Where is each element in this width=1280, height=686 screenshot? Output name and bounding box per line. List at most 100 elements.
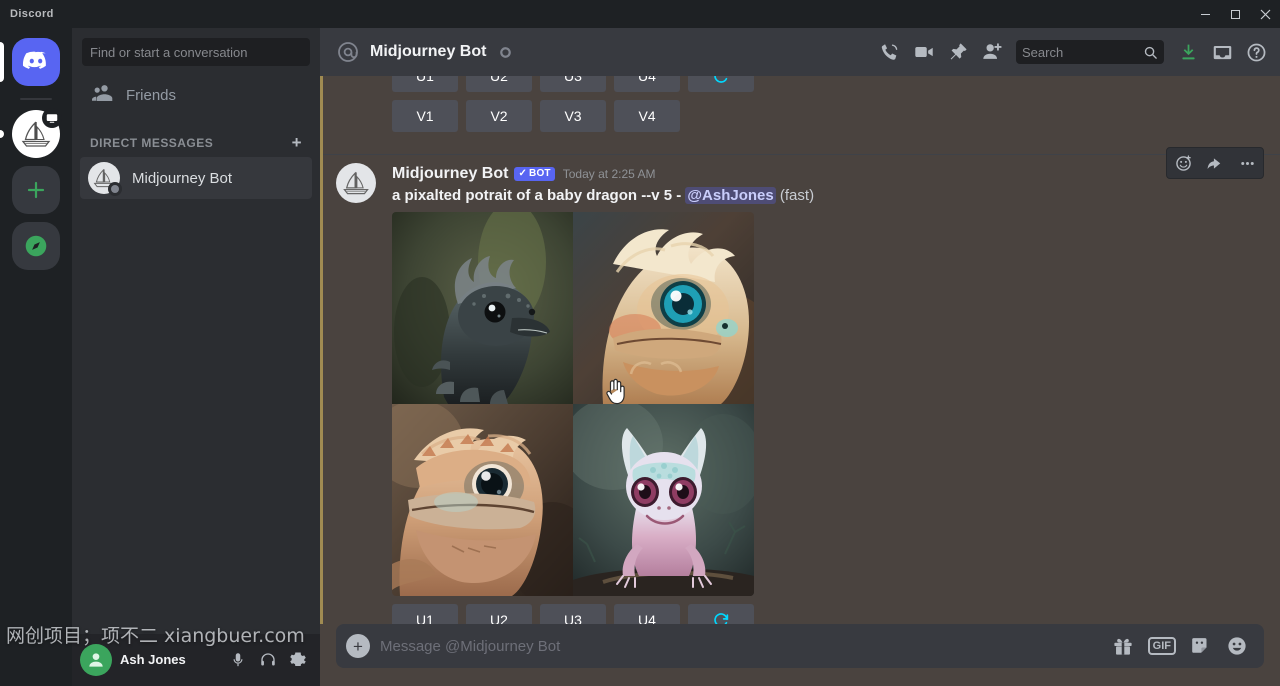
message-hover-toolbar — [1166, 147, 1264, 179]
window-body: Find or start a conversation Friends DIR… — [0, 28, 1280, 686]
dragon-image-2[interactable] — [573, 212, 754, 404]
composer-actions: GIF — [1112, 635, 1248, 657]
sidebar-item-label: Friends — [126, 86, 177, 104]
pin-icon[interactable] — [942, 36, 974, 68]
dragon-image-1[interactable] — [392, 212, 573, 404]
more-horizontal-icon[interactable] — [1231, 148, 1263, 178]
variation-button-v2[interactable]: V2 — [466, 100, 532, 132]
rail-divider — [20, 98, 52, 100]
upscale-button-u3[interactable]: U3 — [540, 604, 606, 624]
at-sign-icon — [336, 40, 360, 64]
message: Midjourney Bot ✓ BOT Today at 2:25 AM a … — [320, 147, 1280, 624]
window-controls — [1190, 0, 1280, 28]
active-server-pill — [0, 42, 4, 82]
upscale-button-row: U1 U2 U3 U4 — [392, 76, 1232, 92]
user-info: Ash Jones — [120, 651, 216, 669]
microphone-icon[interactable] — [224, 646, 252, 674]
username: Ash Jones — [120, 651, 186, 667]
minimize-button[interactable] — [1190, 0, 1220, 28]
verified-check-icon: ✓ — [518, 168, 528, 179]
reroll-button[interactable] — [688, 604, 754, 624]
upscale-button-u2[interactable]: U2 — [466, 76, 532, 92]
dm-sidebar: Find or start a conversation Friends DIR… — [72, 28, 320, 686]
dragon-image-4[interactable] — [573, 404, 754, 596]
headphones-icon[interactable] — [254, 646, 282, 674]
main-panel: Midjourney Bot Search U1 U2 U3 U4 V1 V2 … — [320, 28, 1280, 686]
variation-button-v4[interactable]: V4 — [614, 100, 680, 132]
status-offline-icon — [498, 45, 512, 59]
gif-icon[interactable]: GIF — [1147, 637, 1176, 655]
reroll-button[interactable] — [688, 76, 754, 92]
dm-search-container: Find or start a conversation — [72, 28, 320, 74]
avatar — [88, 162, 122, 196]
server-rail — [0, 28, 72, 686]
variation-button-v1[interactable]: V1 — [392, 100, 458, 132]
create-dm-button[interactable]: + — [292, 134, 302, 151]
generated-image-grid — [392, 212, 754, 596]
add-person-icon[interactable] — [976, 36, 1008, 68]
message-suffix: (fast) — [779, 187, 815, 204]
gear-icon[interactable] — [284, 646, 312, 674]
previous-message: U1 U2 U3 U4 V1 V2 V3 V4 — [320, 76, 1280, 132]
server-rail-item-add-server[interactable] — [12, 166, 60, 214]
gift-icon[interactable] — [1112, 635, 1134, 657]
user-panel-actions — [224, 646, 312, 674]
search-icon — [1143, 45, 1158, 60]
status-badge: ✓ BOT — [514, 167, 555, 181]
dm-list: Friends DIRECT MESSAGES + Midjourney Bot — [72, 74, 320, 686]
inbox-icon[interactable] — [1206, 36, 1238, 68]
plus-circle-icon[interactable]: + — [346, 634, 370, 658]
message-separator: - — [676, 187, 682, 204]
friends-icon — [90, 83, 114, 107]
search-placeholder: Search — [1022, 44, 1064, 60]
server-badge-icon — [42, 108, 62, 128]
compass-icon — [12, 222, 60, 270]
server-rail-item-home[interactable] — [0, 38, 60, 86]
channel-header-actions: Search — [874, 36, 1272, 68]
avatar[interactable] — [80, 644, 112, 676]
find-conversation-input[interactable]: Find or start a conversation — [82, 38, 310, 66]
message-divider — [320, 154, 1280, 155]
highlight-line — [320, 76, 323, 624]
message-prompt: a pixalted potrait of a baby dragon --v … — [392, 187, 673, 204]
server-rail-item-explore[interactable] — [12, 222, 60, 270]
message-input[interactable]: Message @Midjourney Bot — [380, 638, 1102, 655]
discord-home-icon — [12, 38, 60, 86]
search-input[interactable]: Search — [1016, 40, 1164, 64]
help-circle-icon[interactable] — [1240, 36, 1272, 68]
sticker-icon[interactable] — [1190, 635, 1212, 657]
bot-label: BOT — [529, 168, 551, 179]
message-header: Midjourney Bot ✓ BOT Today at 2:25 AM — [392, 163, 1232, 183]
status-badge — [108, 182, 122, 196]
phone-call-icon[interactable] — [874, 36, 906, 68]
dm-item-label: Midjourney Bot — [132, 169, 233, 187]
message-author[interactable]: Midjourney Bot — [392, 165, 508, 183]
avatar[interactable] — [336, 163, 376, 203]
upscale-button-u4[interactable]: U4 — [614, 76, 680, 92]
upscale-button-u3[interactable]: U3 — [540, 76, 606, 92]
maximize-button[interactable] — [1220, 0, 1250, 28]
unread-pill — [0, 130, 4, 138]
upscale-button-u4[interactable]: U4 — [614, 604, 680, 624]
video-camera-icon[interactable] — [908, 36, 940, 68]
reply-arrow-icon[interactable] — [1199, 148, 1231, 178]
dragon-image-3[interactable] — [392, 404, 573, 596]
message-composer[interactable]: + Message @Midjourney Bot GIF — [336, 624, 1264, 668]
add-reaction-icon[interactable] — [1167, 148, 1199, 178]
upscale-button-row: U1 U2 U3 U4 — [392, 604, 1232, 624]
variation-button-v3[interactable]: V3 — [540, 100, 606, 132]
sidebar-item-friends[interactable]: Friends — [80, 74, 312, 116]
server-rail-item-midjourney[interactable] — [0, 108, 62, 158]
upscale-button-u1[interactable]: U1 — [392, 76, 458, 92]
download-icon[interactable] — [1172, 36, 1204, 68]
user-mention[interactable]: @AshJones — [685, 187, 776, 204]
variation-button-row: V1 V2 V3 V4 — [392, 100, 1232, 132]
emoji-icon[interactable] — [1226, 635, 1248, 657]
message-content: a pixalted potrait of a baby dragon --v … — [392, 183, 1232, 206]
message-list[interactable]: U1 U2 U3 U4 V1 V2 V3 V4 Midjourney Bot ✓… — [320, 76, 1280, 624]
upscale-button-u2[interactable]: U2 — [466, 604, 532, 624]
list-item[interactable]: Midjourney Bot — [80, 157, 312, 199]
close-button[interactable] — [1250, 0, 1280, 28]
upscale-button-u1[interactable]: U1 — [392, 604, 458, 624]
composer-container: + Message @Midjourney Bot GIF — [320, 624, 1280, 686]
